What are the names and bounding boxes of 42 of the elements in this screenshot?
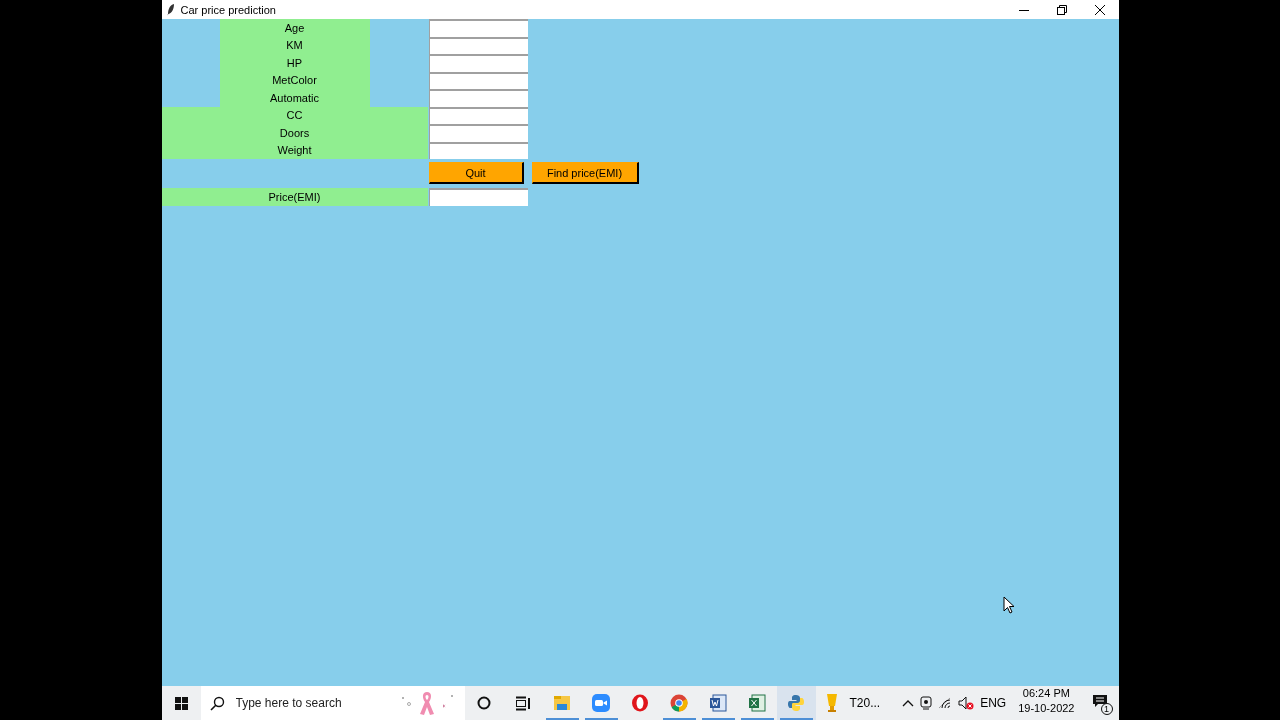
quit-button[interactable]: Quit: [428, 162, 524, 184]
field-label: Doors: [161, 124, 428, 142]
taskbar-app-button[interactable]: [776, 686, 816, 720]
close-icon: [1094, 4, 1105, 15]
word-icon: [709, 694, 727, 712]
circle-icon: [477, 696, 491, 710]
excel-icon: [748, 694, 766, 712]
find-price-button[interactable]: Find price(EMI): [531, 162, 639, 184]
opera-icon: [631, 694, 649, 712]
python-icon: [787, 694, 805, 712]
notification-button[interactable]: 1: [1082, 686, 1119, 720]
field-label: Age: [219, 19, 370, 37]
input-field[interactable]: [428, 19, 528, 37]
input-field[interactable]: [428, 124, 528, 142]
clock-date[interactable]: 19-10-2022: [1018, 701, 1075, 716]
field-label: Automatic: [219, 89, 370, 107]
volume-muted-icon[interactable]: [958, 696, 975, 710]
chevron-up-icon[interactable]: [902, 699, 915, 707]
language-indicator[interactable]: ENG: [980, 696, 1007, 710]
folder-icon: [553, 695, 571, 711]
input-field[interactable]: [428, 54, 528, 72]
mouse-cursor-icon: [1003, 596, 1015, 614]
search-icon: [209, 695, 225, 711]
input-field[interactable]: [428, 89, 528, 107]
windows-logo-icon: [174, 696, 188, 710]
search-box[interactable]: Type here to search: [200, 686, 465, 720]
input-field[interactable]: [428, 188, 528, 206]
video-camera-icon: [592, 694, 610, 712]
field-label: HP: [219, 54, 370, 72]
field-label: CC: [161, 106, 428, 124]
camera-icon[interactable]: [920, 696, 933, 710]
window-title: Car price prediction: [180, 3, 276, 16]
clock-time[interactable]: 06:24 PM: [1022, 686, 1070, 701]
trophy-icon: [825, 693, 838, 713]
field-label: Price(EMI): [161, 188, 428, 206]
taskbar-app-button[interactable]: T20...: [815, 686, 886, 720]
chrome-icon: [670, 694, 688, 712]
feather-icon: [165, 3, 176, 16]
wifi-icon[interactable]: [938, 697, 953, 709]
restore-icon: [1056, 4, 1067, 15]
task-view-icon: [515, 695, 531, 711]
search-field[interactable]: Type here to search: [233, 695, 388, 711]
